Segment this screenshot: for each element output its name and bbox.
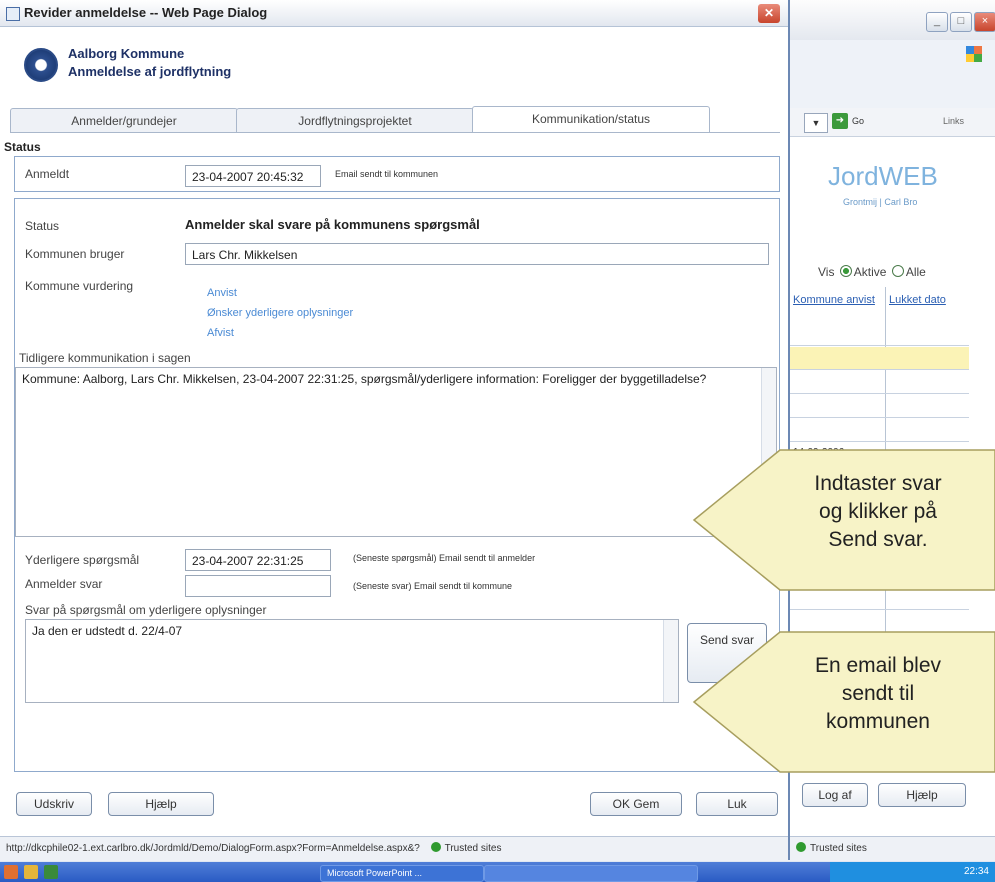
grid-header-lukket-dato[interactable]: Lukket dato: [889, 293, 959, 307]
taskbar-item-powerpoint[interactable]: Microsoft PowerPoint ...: [320, 865, 484, 882]
tab-anmelder-grundejer[interactable]: Anmelder/grundejer: [10, 108, 238, 133]
page-icon: [6, 7, 20, 21]
vis-filter: Vis Aktive Alle: [818, 265, 926, 279]
vis-option-aktive[interactable]: Aktive: [854, 265, 887, 279]
vurdering-option-afvist[interactable]: Afvist: [207, 327, 234, 339]
callout-1-line-3: Send svar.: [828, 528, 928, 551]
callout-2: En email blev sendt til kommunen: [778, 652, 978, 736]
trusted-sites-icon: [796, 842, 806, 852]
svar-textarea[interactable]: Ja den er udstedt d. 22/4-07: [25, 619, 679, 703]
udskriv-button[interactable]: Udskriv: [16, 792, 92, 816]
dialog-close-icon[interactable]: ✕: [758, 4, 780, 23]
org-subtitle: Anmeldelse af jordflytning: [68, 64, 232, 79]
dialog-title-bar: Revider anmeldelse -- Web Page Dialog ✕: [0, 0, 788, 27]
quicklaunch-icon[interactable]: [24, 865, 38, 879]
go-label[interactable]: Go: [852, 116, 864, 126]
status-zone: Trusted sites: [444, 843, 502, 854]
svar-text: Ja den er udstedt d. 22/4-07: [32, 624, 183, 638]
trusted-sites-icon: [430, 842, 441, 852]
vis-label: Vis: [818, 265, 835, 279]
tab-jordflytningsprojektet[interactable]: Jordflytningsprojektet: [236, 108, 474, 133]
anmeldt-field[interactable]: 23-04-2007 20:45:32: [185, 165, 321, 187]
dialog-title: Revider anmeldelse -- Web Page Dialog: [24, 5, 268, 20]
status-value: Anmelder skal svare på kommunens spørgsm…: [185, 217, 480, 232]
address-dropdown[interactable]: ▼: [804, 113, 828, 133]
kommune-vurdering-label: Kommune vurdering: [25, 279, 134, 293]
browser-title-bar: _ □ ×: [788, 0, 995, 40]
svar-scrollbar[interactable]: [663, 620, 678, 702]
system-tray: 22:34: [830, 862, 995, 882]
ok-gem-button[interactable]: OK Gem: [590, 792, 682, 816]
anmeldt-note: Email sendt til kommunen: [335, 169, 439, 179]
yderligere-note: (Seneste spørgsmål) Email sendt til anme…: [353, 553, 536, 563]
maximize-icon[interactable]: □: [950, 12, 972, 32]
callout-1-line-1: Indtaster svar: [814, 472, 942, 495]
yderligere-field[interactable]: 23-04-2007 22:31:25: [185, 549, 331, 571]
highlighted-row[interactable]: [789, 347, 969, 369]
callout-2-line-3: kommunen: [826, 710, 930, 733]
anmelder-svar-note: (Seneste svar) Email sendt til kommune: [353, 581, 513, 591]
taskbar-item-browser[interactable]: [484, 865, 698, 882]
section-heading-status: Status: [4, 140, 41, 154]
svar-label: Svar på spørgsmål om yderligere oplysnin…: [25, 603, 267, 617]
callout-1-line-2: og klikker på: [819, 500, 937, 523]
tidligere-text: Kommune: Aalborg, Lars Chr. Mikkelsen, 2…: [22, 372, 707, 386]
vurdering-option-anvist[interactable]: Anvist: [207, 287, 237, 299]
radio-aktive[interactable]: [839, 265, 852, 277]
status-label: Status: [25, 219, 60, 233]
anmeldt-label: Anmeldt: [25, 167, 70, 181]
hjaelp-button[interactable]: Hjælp: [108, 792, 214, 816]
tab-kommunikation-status[interactable]: Kommunikation/status: [472, 106, 710, 133]
brand-subtitle: Grontmij | Carl Bro: [843, 197, 918, 207]
vis-option-alle[interactable]: Alle: [906, 265, 926, 279]
aalborg-logo: [24, 48, 58, 82]
log-af-button[interactable]: Log af: [802, 783, 868, 807]
grid-header-kommune-anvist[interactable]: Kommune anvist: [793, 293, 877, 307]
callout-1: Indtaster svar og klikker på Send svar.: [778, 470, 978, 554]
callout-2-line-2: sendt til: [841, 682, 915, 705]
quicklaunch-icon[interactable]: [4, 865, 18, 879]
taskbar: Microsoft PowerPoint ... 22:34: [0, 862, 995, 882]
close-icon[interactable]: ×: [974, 12, 995, 32]
browser-address-toolbar: ▼ ➜ Go Links: [788, 108, 995, 137]
callout-2-line-1: En email blev: [814, 654, 942, 677]
dialog-status-bar: http://dkcphile02-1.ext.carlbro.dk/Jordm…: [0, 836, 788, 861]
yderligere-label: Yderligere spørgsmål: [25, 553, 140, 567]
links-label[interactable]: Links: [943, 116, 964, 126]
anmeldt-panel: Anmeldt 23-04-2007 20:45:32 Email sendt …: [14, 156, 780, 192]
quicklaunch-icon[interactable]: [44, 865, 58, 879]
tidligere-label: Tidligere kommunikation i sagen: [19, 351, 191, 365]
radio-alle[interactable]: [891, 265, 904, 277]
windows-logo-icon: [966, 46, 982, 62]
go-icon[interactable]: ➜: [832, 113, 848, 129]
anmelder-svar-field[interactable]: [185, 575, 331, 597]
bg-hjaelp-button[interactable]: Hjælp: [878, 783, 966, 807]
status-url: http://dkcphile02-1.ext.carlbro.dk/Jordm…: [6, 843, 420, 854]
bg-zone-label: Trusted sites: [810, 843, 867, 854]
clock[interactable]: 22:34: [964, 866, 989, 877]
org-name: Aalborg Kommune: [68, 46, 185, 61]
minimize-icon[interactable]: _: [926, 12, 948, 32]
kommunen-bruger-label: Kommunen bruger: [25, 247, 125, 261]
vurdering-option-oensker[interactable]: Ønsker yderligere oplysninger: [207, 307, 353, 319]
luk-button[interactable]: Luk: [696, 792, 778, 816]
tidligere-textarea[interactable]: Kommune: Aalborg, Lars Chr. Mikkelsen, 2…: [15, 367, 777, 537]
status-panel: Status Anmelder skal svare på kommunens …: [14, 198, 780, 772]
bg-status-bar: Trusted sites: [788, 836, 995, 861]
anmelder-svar-label: Anmelder svar: [25, 577, 103, 591]
revider-dialog: Revider anmeldelse -- Web Page Dialog ✕ …: [0, 0, 790, 861]
kommunen-bruger-field[interactable]: Lars Chr. Mikkelsen: [185, 243, 769, 265]
brand-title: JordWEB: [828, 161, 938, 191]
